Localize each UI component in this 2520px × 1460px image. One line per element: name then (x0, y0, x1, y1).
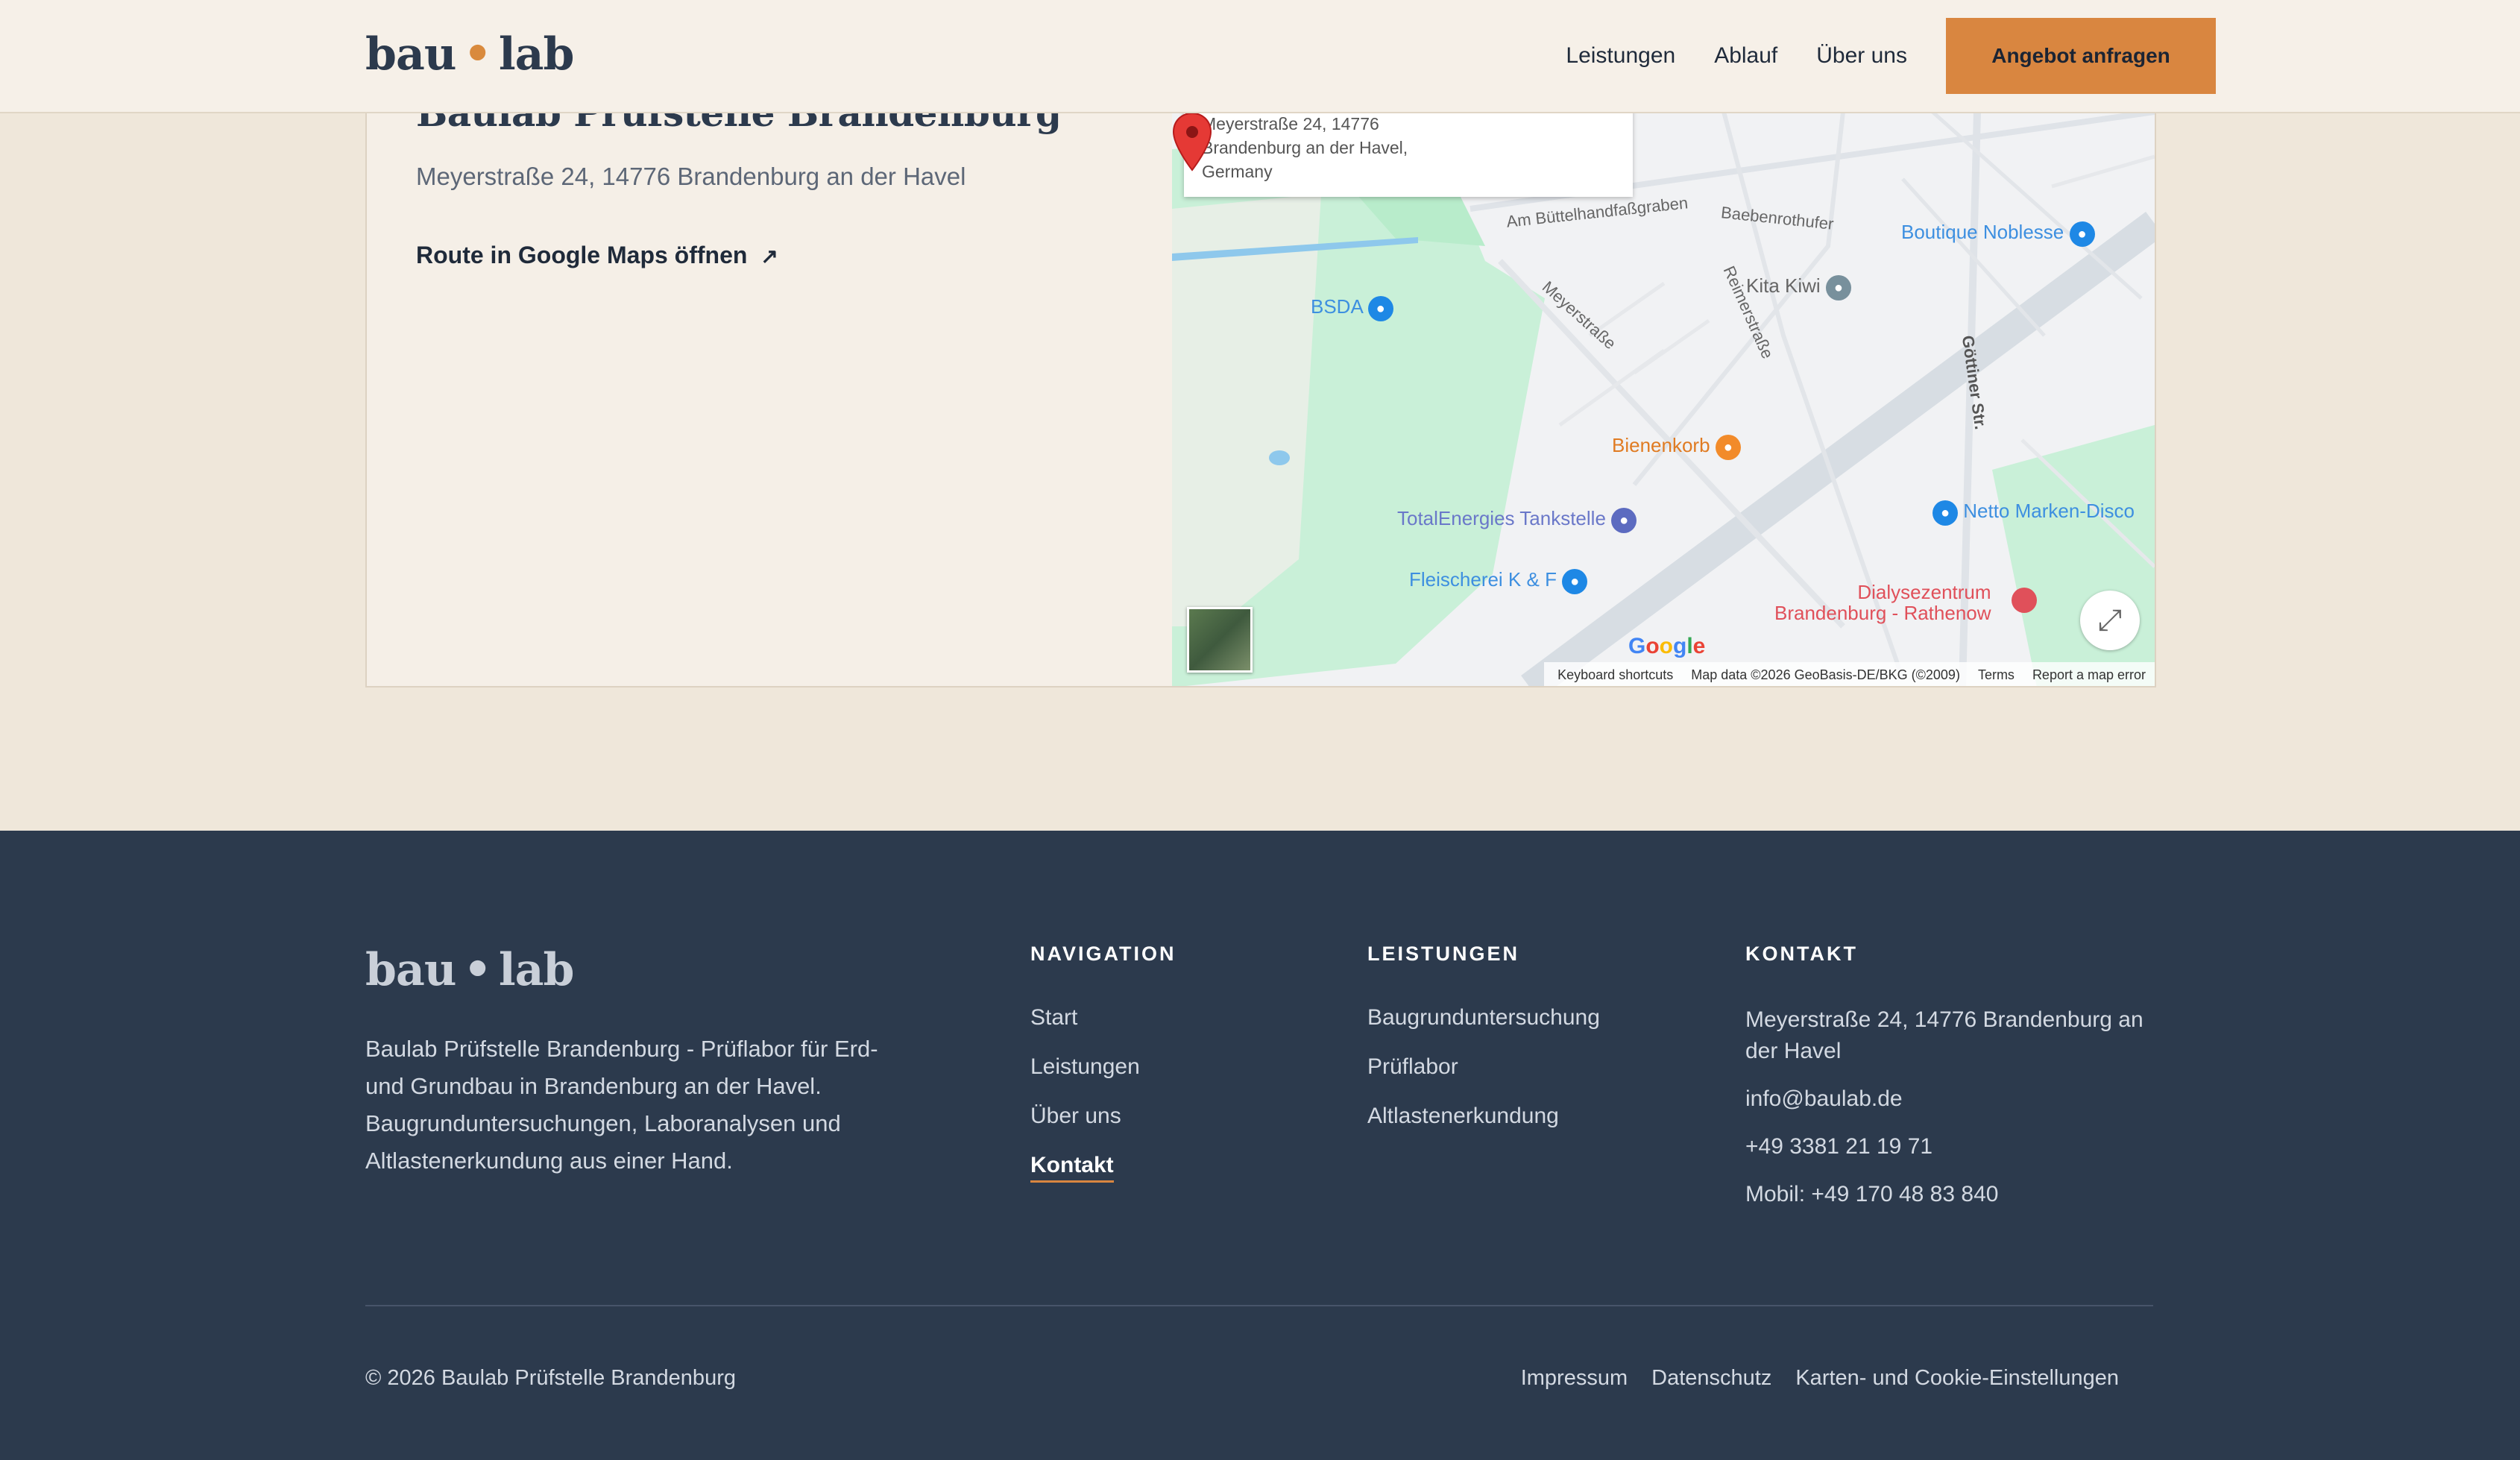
shopping-bag-icon: ● (2069, 221, 2095, 247)
map-info-line: Meyerstraße 24, 14776 (1202, 114, 1379, 133)
keyboard-shortcuts-link[interactable]: Keyboard shortcuts (1557, 667, 1673, 683)
poi-label: Dialysezentrum (1857, 581, 1991, 603)
school-icon: ● (1825, 275, 1851, 301)
logo-dot: • (463, 944, 491, 996)
logo-text-right: lab (498, 28, 575, 81)
datenschutz-link[interactable]: Datenschutz (1651, 1366, 1771, 1391)
site-header: bau • lab Leistungen Ablauf Über uns Angeb… (0, 0, 2520, 113)
footer-logo[interactable]: bau • lab (365, 944, 575, 996)
footer-navigation-column: NAVIGATION Start Leistungen Über uns Kon… (1030, 943, 1176, 1205)
request-offer-button[interactable]: Angebot anfragen (1946, 18, 2216, 94)
pond (1269, 450, 1290, 465)
side-road-4 (1931, 112, 2143, 300)
poi-label: Bienenkorb (1612, 434, 1710, 456)
shopping-cart-icon: ● (1932, 500, 1958, 526)
poi-label: Netto Marken-Disco (1963, 500, 2135, 522)
logo-text-left: bau (365, 28, 456, 81)
footer-link-baugrunduntersuchung[interactable]: Baugrunduntersuchung (1367, 1004, 1600, 1031)
footer-link-kontakt[interactable]: Kontakt (1030, 1152, 1114, 1183)
footer-link-leistungen[interactable]: Leistungen (1030, 1054, 1176, 1080)
gas-station-icon: ● (1611, 508, 1637, 533)
footer-kontakt-column: KONTAKT Meyerstraße 24, 14776 Brandenbur… (1745, 943, 2163, 1227)
poi-fleischerei[interactable]: Fleischerei K & F ● (1409, 568, 1588, 594)
poi-bsda[interactable]: BSDA ● (1311, 295, 1393, 321)
hospital-icon (2012, 588, 2037, 613)
location-marker-icon[interactable] (1172, 112, 1212, 172)
map-info-line: Brandenburg an der Havel, (1202, 138, 1408, 157)
footer-leistungen-column: LEISTUNGEN Baugrunduntersuchung Prüflabo… (1367, 943, 1600, 1152)
route-link-label: Route in Google Maps öffnen (416, 242, 748, 268)
logo-text-left: bau (365, 944, 456, 996)
location-address: Meyerstraße 24, 14776 Brandenburg an der… (416, 163, 966, 190)
park-area-east (1992, 425, 2155, 686)
footer-link-prueflabor[interactable]: Prüflabor (1367, 1054, 1600, 1080)
poi-label: Fleischerei K & F (1409, 568, 1557, 591)
google-maps-route-link[interactable]: Route in Google Maps öffnen ↗ (416, 242, 778, 269)
restaurant-icon: ● (1715, 435, 1741, 460)
external-arrow-icon: ↗ (760, 245, 778, 268)
footer-leistungen-heading: LEISTUNGEN (1367, 943, 1520, 965)
poi-label: Brandenburg - Rathenow (1774, 602, 1991, 624)
footer-divider (365, 1305, 2153, 1306)
map-terms-link[interactable]: Terms (1978, 667, 2015, 683)
poi-netto[interactable]: ● Netto Marken-Disco (1932, 500, 2135, 526)
logo-dot: • (463, 28, 491, 81)
poi-label: TotalEnergies Tankstelle (1397, 507, 1606, 529)
satellite-view-toggle[interactable] (1187, 607, 1253, 673)
footer-description: Baulab Prüfstelle Brandenburg - Prüflabo… (365, 1036, 878, 1174)
footer-email-link[interactable]: info@baulab.de (1745, 1083, 2163, 1115)
footer-link-ueber-uns[interactable]: Über uns (1030, 1103, 1176, 1130)
footer-link-altlastenerkundung[interactable]: Altlastenerkundung (1367, 1103, 1600, 1130)
main-nav: Leistungen Ablauf Über uns Angebot anfra… (1566, 18, 2216, 94)
shopping-bag-icon: ● (1367, 296, 1393, 321)
nav-link-ueber-uns[interactable]: Über uns (1816, 43, 1907, 69)
footer-kontakt-heading: KONTAKT (1745, 943, 1858, 965)
poi-kita[interactable]: Kita Kiwi ● (1746, 274, 1851, 301)
footer-phone-link[interactable]: +49 3381 21 19 71 (1745, 1131, 2163, 1162)
poi-dialysezentrum[interactable]: Dialysezentrum Brandenburg - Rathenow (1774, 582, 1991, 623)
report-map-error-link[interactable]: Report a map error (2032, 667, 2146, 683)
footer-nav-heading: NAVIGATION (1030, 943, 1176, 965)
fullscreen-icon[interactable]: ⤢ (2080, 591, 2140, 650)
location-card: Baulab Prüfstelle Brandenburg Meyerstraß… (365, 75, 2156, 687)
poi-label: BSDA (1311, 295, 1363, 318)
embedded-map[interactable]: Meyerstraße 24, 14776 Brandenburg an der… (1172, 112, 2155, 686)
poi-bienenkorb[interactable]: Bienenkorb ● (1612, 434, 1741, 460)
map-info-line: Germany (1202, 162, 1273, 181)
footer-address: Meyerstraße 24, 14776 Brandenburg an der… (1745, 1007, 2143, 1063)
poi-totalenergies[interactable]: TotalEnergies Tankstelle ● (1397, 507, 1637, 533)
impressum-link[interactable]: Impressum (1521, 1366, 1628, 1391)
google-logo: Google (1628, 634, 1706, 658)
cookie-settings-link[interactable]: Karten- und Cookie-Einstellungen (1795, 1366, 2119, 1391)
copyright-text: © 2026 Baulab Prüfstelle Brandenburg (365, 1366, 736, 1390)
site-logo[interactable]: bau • lab (365, 28, 575, 81)
poi-boutique[interactable]: Boutique Noblesse ● (1901, 221, 2095, 247)
legal-links: Impressum Datenschutz Karten- und Cookie… (1497, 1366, 2119, 1391)
site-footer: bau • lab Baulab Prüfstelle Brandenburg - … (0, 831, 2520, 1460)
map-attribution-bar: Keyboard shortcuts Map data ©2026 GeoBas… (1544, 662, 2155, 686)
poi-label: Boutique Noblesse (1901, 221, 2064, 243)
nav-link-leistungen[interactable]: Leistungen (1566, 43, 1675, 69)
footer-link-start[interactable]: Start (1030, 1004, 1176, 1031)
logo-text-right: lab (498, 944, 575, 996)
map-place-info[interactable]: Meyerstraße 24, 14776 Brandenburg an der… (1184, 112, 1633, 197)
poi-label: Kita Kiwi (1746, 274, 1821, 297)
map-data-attribution: Map data ©2026 GeoBasis-DE/BKG (©2009) (1691, 667, 1960, 682)
shopping-bag-icon: ● (1562, 569, 1588, 594)
footer-mobile-link[interactable]: Mobil: +49 170 48 83 840 (1745, 1179, 2163, 1210)
nav-link-ablauf[interactable]: Ablauf (1714, 43, 1777, 69)
